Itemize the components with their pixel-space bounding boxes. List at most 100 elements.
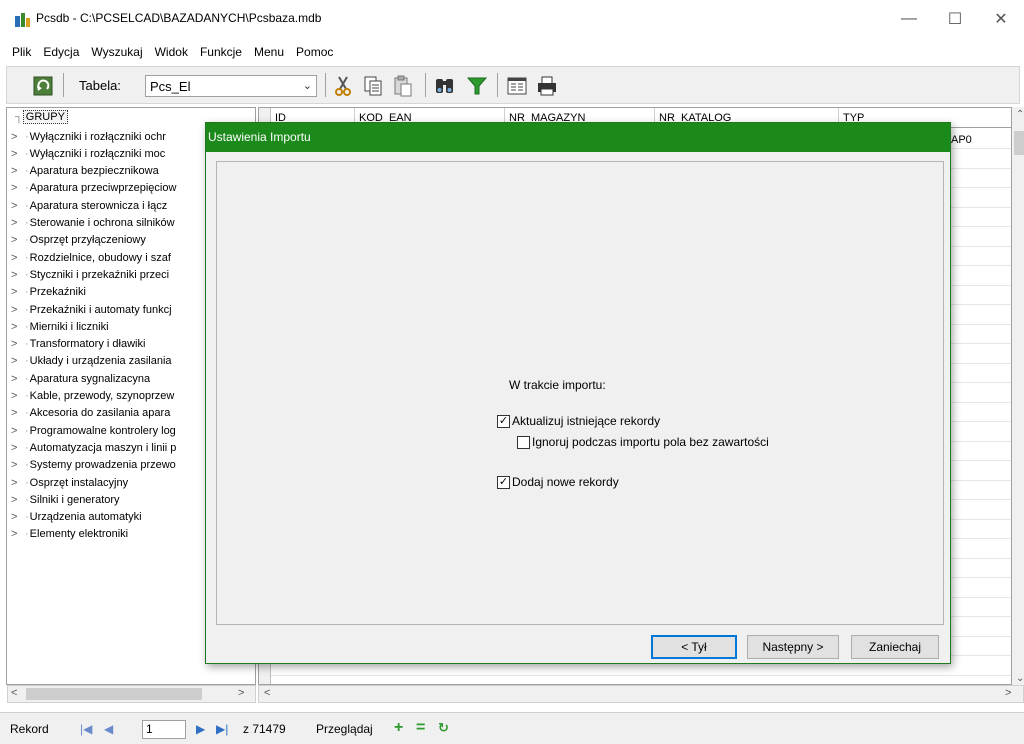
menu-widok[interactable]: Widok [149,45,194,59]
maximize-button[interactable]: ☐ [932,0,978,38]
tree-root[interactable]: ┐ GRUPY [15,110,68,124]
expand-chevron-icon[interactable]: > [11,528,25,540]
expand-chevron-icon[interactable]: > [11,321,25,333]
back-button[interactable]: < Tył [651,635,737,659]
close-button[interactable]: ✕ [978,0,1024,38]
next-button[interactable]: Następny > [747,635,839,659]
menu-funkcje[interactable]: Funkcje [194,45,248,59]
update-existing-checkbox[interactable]: ✓ [497,414,510,428]
print-button[interactable] [535,74,559,98]
tree-item[interactable]: > · Aparatura sterownicza i łącz [11,197,167,214]
record-number-input[interactable]: 1 [142,720,186,739]
expand-chevron-icon[interactable]: > [11,425,25,437]
tree-item[interactable]: > · Programowalne kontrolery log [11,422,176,439]
tree-item[interactable]: > · Wyłączniki i rozłączniki ochr [11,128,166,145]
ignore-empty-option[interactable]: Ignoruj podczas importu pola bez zawarto… [517,435,769,449]
paste-button[interactable] [391,74,415,98]
expand-chevron-icon[interactable]: > [11,252,25,264]
expand-chevron-icon[interactable]: > [11,286,25,298]
tree-item-label: Rozdzielnice, obudowy i szaf [29,251,171,264]
tree-item[interactable]: > · Sterowanie i ochrona silników [11,215,175,232]
next-record-icon[interactable]: ▶ [196,722,205,736]
expand-chevron-icon[interactable]: > [11,494,25,506]
expand-chevron-icon[interactable]: > [11,338,25,350]
menu-edycja[interactable]: Edycja [37,45,85,59]
minimize-button[interactable]: — [886,0,932,38]
tree-item[interactable]: > · Styczniki i przekaźniki przeci [11,266,169,283]
grid-scroll-right-icon[interactable]: > [1005,687,1011,699]
tree-item[interactable]: > · Osprzęt instalacyjny [11,474,128,491]
cut-button[interactable] [331,74,355,98]
cancel-button[interactable]: Zaniechaj [851,635,939,659]
tree-item[interactable]: > · Aparatura przeciwprzepięciow [11,180,176,197]
tree-item[interactable]: > · Mierniki i liczniki [11,318,109,335]
expand-chevron-icon[interactable]: > [11,200,25,212]
grid-vscroll-thumb[interactable] [1014,131,1024,155]
tree-item[interactable]: > · Kable, przewody, szynoprzew [11,388,174,405]
tree-item[interactable]: > · Układy i urządzenia zasilania [11,353,172,370]
scroll-left-icon[interactable]: < [11,687,17,699]
refresh-records-icon[interactable]: ↻ [438,720,449,736]
menu-plik[interactable]: Plik [6,45,37,59]
tree-item[interactable]: > · Wyłączniki i rozłączniki moc [11,145,165,162]
ignore-empty-checkbox[interactable] [517,435,530,449]
tree-item[interactable]: > · Automatyzacja maszyn i linii p [11,439,176,456]
filter-icon [466,77,488,95]
tree-horizontal-scrollbar[interactable]: < > [7,685,256,703]
tree-item[interactable]: > · Osprzęt przyłączeniowy [11,232,146,249]
last-record-icon[interactable]: ▶| [216,722,228,736]
menu-wyszukaj[interactable]: Wyszukaj [85,45,148,59]
expand-chevron-icon[interactable]: > [11,217,25,229]
expand-chevron-icon[interactable]: > [11,269,25,281]
expand-chevron-icon[interactable]: > [11,355,25,367]
first-record-icon[interactable]: |◀ [80,722,92,736]
grid-vertical-scrollbar[interactable]: ⌃ ⌄ [1012,107,1024,685]
scroll-right-icon[interactable]: > [238,687,244,699]
tree-item[interactable]: > · Aparatura bezpiecznikowa [11,163,159,180]
expand-chevron-icon[interactable]: > [11,131,25,143]
expand-chevron-icon[interactable]: > [11,390,25,402]
grid-horizontal-scrollbar[interactable]: < > [258,685,1024,703]
add-record-icon[interactable]: + [394,719,403,737]
update-existing-option[interactable]: ✓ Aktualizuj istniejące rekordy [497,414,660,428]
grid-cell-typ[interactable]: AP0 [951,134,972,146]
table-select[interactable]: Pcs_El ⌄ [145,75,317,97]
tree-item[interactable]: > · Transformatory i dławiki [11,336,145,353]
filter-button[interactable] [465,74,489,98]
expand-chevron-icon[interactable]: > [11,373,25,385]
expand-chevron-icon[interactable]: > [11,234,25,246]
expand-chevron-icon[interactable]: > [11,511,25,523]
grid-scroll-left-icon[interactable]: < [264,687,270,699]
expand-chevron-icon[interactable]: > [11,477,25,489]
tree-item[interactable]: > · Akcesoria do zasilania apara [11,405,170,422]
find-button[interactable] [433,74,457,98]
add-new-option[interactable]: ✓ Dodaj nowe rekordy [497,475,619,489]
add-new-checkbox[interactable]: ✓ [497,475,510,489]
tree-scroll-thumb[interactable] [26,688,202,700]
tree-item[interactable]: > · Urządzenia automatyki [11,509,142,526]
tree-item[interactable]: > · Silniki i generatory [11,491,120,508]
tree-item[interactable]: > · Rozdzielnice, obudowy i szaf [11,249,171,266]
expand-chevron-icon[interactable]: > [11,407,25,419]
menu-pomoc[interactable]: Pomoc [290,45,339,59]
expand-chevron-icon[interactable]: > [11,442,25,454]
tree-item[interactable]: > · Aparatura sygnalizacyna [11,370,150,387]
prev-record-icon[interactable]: ◀ [104,722,113,736]
expand-chevron-icon[interactable]: > [11,304,25,316]
expand-chevron-icon[interactable]: > [11,165,25,177]
delete-record-icon[interactable]: = [416,719,425,737]
tree-item[interactable]: > · Elementy elektroniki [11,526,128,543]
copy-button[interactable] [361,74,385,98]
expand-chevron-icon[interactable]: > [11,182,25,194]
tree-item[interactable]: > · Przekaźniki i automaty funkcj [11,301,172,318]
window-title: Pcsdb - C:\PCSELCAD\BAZADANYCH\Pcsbaza.m… [36,11,322,25]
expand-chevron-icon[interactable]: > [11,459,25,471]
scroll-down-icon[interactable]: ⌄ [1016,673,1024,684]
scroll-up-icon[interactable]: ⌃ [1016,109,1024,120]
tree-item[interactable]: > · Systemy prowadzenia przewo [11,457,176,474]
expand-chevron-icon[interactable]: > [11,148,25,160]
menu-menu[interactable]: Menu [248,45,290,59]
tree-item[interactable]: > · Przekaźniki [11,284,86,301]
refresh-button[interactable] [31,74,55,98]
form-view-button[interactable] [505,74,529,98]
